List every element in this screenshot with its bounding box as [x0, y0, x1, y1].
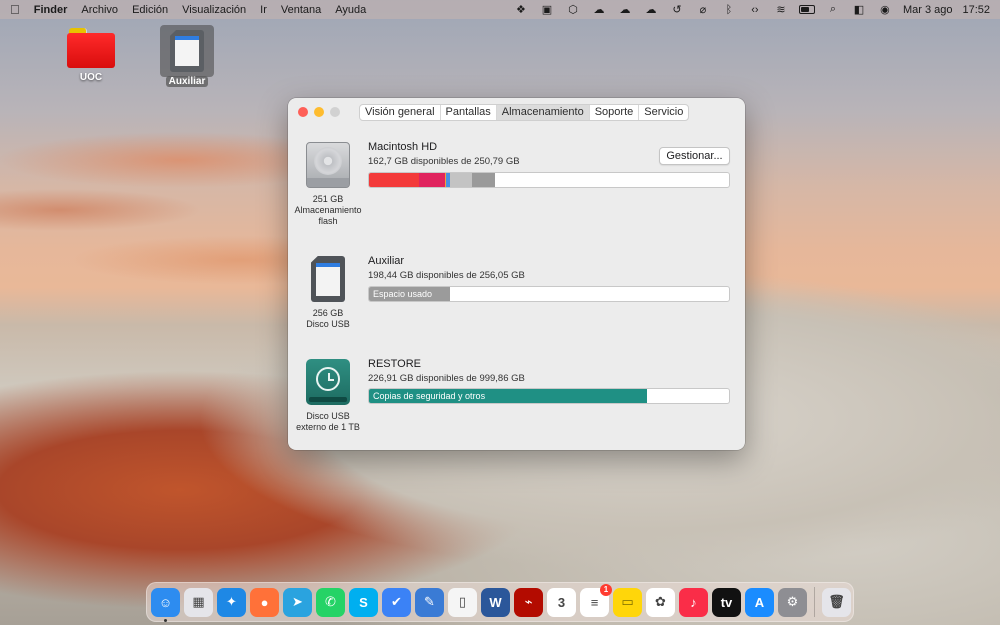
notes-icon[interactable]: ▭ — [613, 587, 642, 617]
desktop-item-label: UOC — [79, 72, 103, 83]
menu-visualizacion[interactable]: Visualización — [182, 4, 246, 16]
minimize-button[interactable] — [314, 107, 324, 117]
network-off-icon[interactable]: ⌀ — [695, 3, 711, 17]
apple-tv-icon[interactable]: tv — [712, 587, 741, 617]
cloud-icon[interactable]: ☁ — [643, 3, 659, 17]
drive-type-detail: externo de 1 TB — [296, 422, 360, 432]
search-icon[interactable]: ⌕ — [825, 3, 841, 17]
menu-bar:  Finder Archivo Edición Visualización I… — [0, 0, 1000, 19]
drive-type: Almacenamiento — [294, 205, 362, 215]
word-icon[interactable]: W — [481, 587, 510, 617]
launchpad-icon[interactable]: ▦ — [184, 587, 213, 617]
tab-servicio[interactable]: Servicio — [639, 105, 688, 120]
zoom-button[interactable] — [330, 107, 340, 117]
storage-bar[interactable]: Copias de seguridad y otros — [368, 388, 730, 404]
finder-icon[interactable]: ☺ — [151, 587, 180, 622]
drive-available: 226,91 GB disponibles de 999,86 GB — [368, 373, 525, 384]
drive-capacity: 256 GB — [312, 308, 344, 318]
wifi-icon[interactable]: ≋ — [773, 3, 789, 17]
photos-icon[interactable]: ✿ — [646, 587, 675, 617]
menu-date[interactable]: Mar 3 ago — [903, 4, 953, 16]
manage-button[interactable]: Gestionar... — [659, 147, 730, 165]
time-machine-icon[interactable]: ↺ — [669, 3, 685, 17]
control-center-icon[interactable]: ◧ — [851, 3, 867, 17]
tab-pantallas[interactable]: Pantallas — [441, 105, 497, 120]
bluetooth-icon[interactable]: ᛒ — [721, 3, 737, 17]
red-folder-icon — [67, 28, 115, 68]
storage-bar-label: Espacio usado — [373, 289, 433, 299]
drive-name: RESTORE — [368, 358, 421, 370]
menu-time[interactable]: 17:52 — [962, 4, 990, 16]
desktop-item-uoc[interactable]: UOC — [61, 28, 121, 83]
drive-available: 162,7 GB disponibles de 250,79 GB — [368, 156, 520, 167]
calendar-icon[interactable]: 3 — [547, 587, 576, 617]
tab-almacenamiento[interactable]: Almacenamiento — [496, 105, 590, 120]
pencil-app-icon[interactable]: ✎ — [415, 587, 444, 617]
cloud-upload-icon[interactable]: ☁ — [591, 3, 607, 17]
drive-type-detail: flash — [318, 216, 338, 226]
time-machine-drive-icon — [306, 359, 350, 405]
siri-icon[interactable]: ◉ — [877, 3, 893, 17]
menu-app-name[interactable]: Finder — [34, 4, 68, 16]
close-button[interactable] — [298, 107, 308, 117]
app-store-icon[interactable]: A — [745, 587, 774, 617]
segmented-tabs: Visión general Pantallas Almacenamiento … — [359, 104, 690, 121]
cloud-upload-icon[interactable]: ☁ — [617, 3, 633, 17]
storage-segment — [369, 173, 420, 187]
storage-bar[interactable]: Espacio usado — [368, 286, 730, 302]
drive-type: Disco USB — [306, 411, 350, 421]
storage-bar-label: Copias de seguridad y otros — [373, 391, 486, 401]
tab-vision-general[interactable]: Visión general — [360, 105, 441, 120]
document-app-icon[interactable]: ▯ — [448, 587, 477, 617]
whatsapp-icon[interactable]: ✆ — [316, 587, 345, 617]
menu-ir[interactable]: Ir — [260, 4, 267, 16]
window-titlebar[interactable]: Visión general Pantallas Almacenamiento … — [288, 98, 745, 126]
desktop-item-auxiliar[interactable]: Auxiliar — [157, 30, 217, 87]
acrobat-icon[interactable]: ⌁ — [514, 587, 543, 617]
menu-ventana[interactable]: Ventana — [281, 4, 321, 16]
shield-icon[interactable]: ⬡ — [565, 3, 581, 17]
reminders-icon[interactable]: ≡ 1 — [580, 583, 612, 617]
telegram-icon[interactable]: ➤ — [283, 587, 312, 617]
drive-name: Macintosh HD — [368, 141, 438, 153]
firefox-icon[interactable]: ● — [250, 587, 279, 617]
dock-separator — [814, 587, 815, 617]
safari-icon[interactable]: ✦ — [217, 587, 246, 617]
code-icon[interactable]: ‹› — [747, 3, 763, 17]
drive-name: Auxiliar — [368, 255, 405, 267]
sd-card-icon — [311, 256, 345, 302]
dropbox-icon[interactable]: ❖ — [513, 3, 529, 17]
system-preferences-icon[interactable]: ⚙ — [778, 587, 807, 617]
desktop-item-label: Auxiliar — [165, 76, 209, 87]
tab-soporte[interactable]: Soporte — [590, 105, 640, 120]
drive-capacity: 251 GB — [312, 194, 344, 204]
music-icon[interactable]: ♪ — [679, 587, 708, 617]
dock: ☺ ▦ ✦ ● ➤ ✆ S ✔ ✎ ▯ W ⌁ 3 ≡ 1 ▭ ✿ ♪ tv A ⚙ 🗑 — [146, 582, 854, 622]
battery-icon[interactable] — [798, 3, 815, 17]
sd-card-icon — [170, 30, 204, 72]
storage-bar[interactable] — [368, 172, 730, 188]
menu-ayuda[interactable]: Ayuda — [335, 4, 366, 16]
skype-icon[interactable]: S — [349, 587, 378, 617]
display-icon[interactable]: ▣ — [539, 3, 555, 17]
trash-icon[interactable]: 🗑 — [822, 587, 851, 617]
drive-available: 198,44 GB disponibles de 256,05 GB — [368, 270, 525, 281]
menu-archivo[interactable]: Archivo — [81, 4, 118, 16]
storage-segment — [449, 173, 472, 187]
menu-edicion[interactable]: Edición — [132, 4, 168, 16]
todo-icon[interactable]: ✔ — [382, 587, 411, 617]
apple-menu-icon[interactable]:  — [10, 2, 20, 17]
storage-segment — [471, 173, 495, 187]
internal-drive-icon — [306, 142, 350, 188]
drive-type: Disco USB — [306, 319, 350, 329]
about-this-mac-window: Visión general Pantallas Almacenamiento … — [288, 98, 745, 450]
notification-badge: 1 — [600, 583, 612, 596]
running-indicator — [164, 618, 167, 622]
storage-segment — [419, 173, 445, 187]
